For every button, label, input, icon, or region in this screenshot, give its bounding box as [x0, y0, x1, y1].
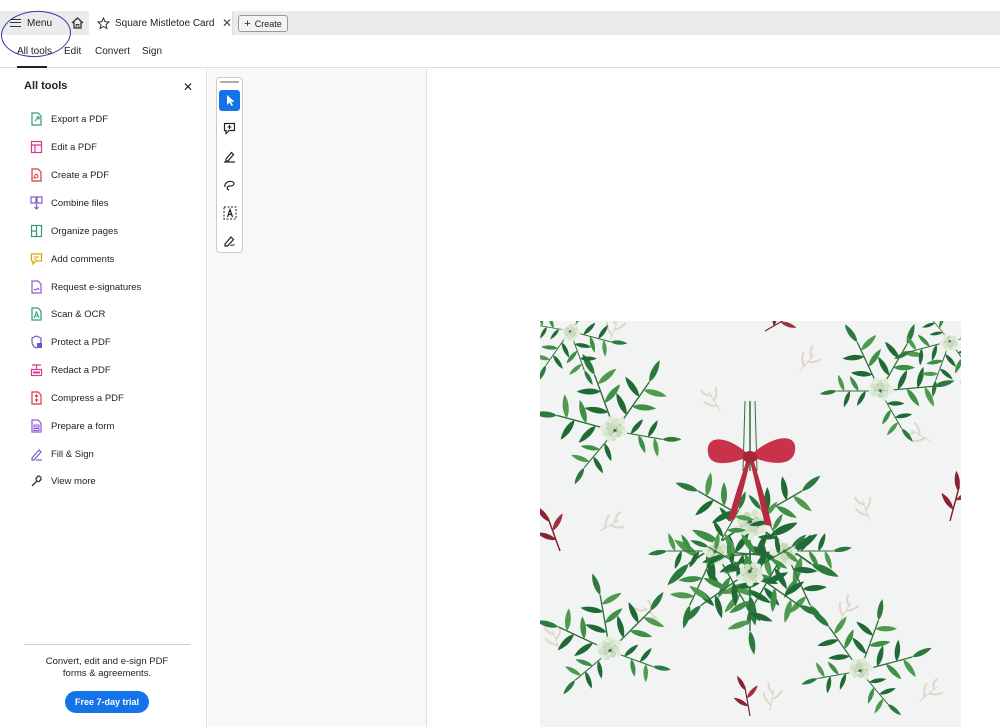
redact-pdf-icon: [30, 364, 43, 377]
tool-create-pdf[interactable]: Create a PDF: [30, 166, 109, 184]
tool-prepare-form[interactable]: Prepare a form: [30, 417, 114, 435]
select-cursor-icon: [226, 95, 234, 106]
tab-bar: Menu Square Mistletoe Cards ... ✕ + Crea…: [0, 8, 1000, 60]
tool-scan-ocr[interactable]: Scan & OCR: [30, 305, 105, 323]
active-tab-indicator: [17, 66, 47, 68]
tool-label: Compress a PDF: [51, 392, 124, 404]
combine-files-icon: [30, 196, 43, 210]
document-tab-title: Square Mistletoe Cards ...: [115, 17, 215, 29]
free-trial-button[interactable]: Free 7-day trial: [65, 691, 149, 713]
tool-organize-pages[interactable]: Organize pages: [30, 222, 118, 240]
text-select-tool-button[interactable]: [219, 202, 240, 223]
tool-label: Redact a PDF: [51, 364, 111, 376]
create-label: Create: [254, 18, 282, 29]
prepare-form-icon: [31, 419, 42, 433]
mistletoe-illustration: [540, 321, 961, 727]
tool-view-more[interactable]: View more: [30, 472, 96, 490]
tab-all-tools[interactable]: All tools: [17, 46, 52, 57]
document-viewport[interactable]: [428, 69, 1000, 727]
edit-pdf-icon: [30, 140, 43, 154]
create-pdf-icon: [31, 168, 42, 182]
fill-sign-tool-button[interactable]: [219, 230, 240, 251]
create-button[interactable]: + Create: [238, 15, 288, 32]
highlight-pen-icon: [224, 151, 235, 163]
tool-redact-pdf[interactable]: Redact a PDF: [30, 361, 111, 379]
tool-label: Organize pages: [51, 225, 119, 237]
draw-freehand-icon: [224, 180, 235, 191]
tab-edit[interactable]: Edit: [64, 46, 81, 57]
fill-sign-icon: [224, 236, 235, 247]
panel-title: All tools: [24, 80, 68, 92]
tool-label: Edit a PDF: [51, 141, 97, 153]
star-icon[interactable]: [97, 16, 110, 30]
main-toolbar: All tools Edit Convert Sign: [0, 38, 1000, 68]
tool-label: Protect a PDF: [51, 336, 111, 348]
tool-add-comments[interactable]: Add comments: [30, 250, 114, 268]
draw-tool-button[interactable]: [219, 174, 240, 195]
close-tab-icon[interactable]: ✕: [222, 16, 232, 30]
tool-label: Scan & OCR: [51, 308, 106, 320]
fill-sign-icon: [31, 449, 42, 461]
toolbar-grip-handle[interactable]: [220, 81, 239, 83]
close-panel-icon[interactable]: ✕: [183, 80, 193, 94]
tool-label: Add comments: [51, 253, 115, 265]
promo-line-2: forms & agreements.: [62, 668, 152, 679]
panel-divider: [24, 644, 190, 645]
tab-sign[interactable]: Sign: [142, 46, 162, 57]
tool-fill-sign[interactable]: Fill & Sign: [30, 445, 94, 463]
tool-export-pdf[interactable]: Export a PDF: [30, 110, 108, 128]
tool-label: Combine files: [51, 197, 109, 209]
tool-label: Create a PDF: [51, 169, 110, 181]
tool-combine-files[interactable]: Combine files: [30, 194, 109, 212]
home-button[interactable]: [68, 14, 86, 32]
tool-request-esignatures[interactable]: Request e-signatures: [30, 278, 141, 296]
hamburger-icon: [10, 19, 21, 27]
tool-label: Request e-signatures: [51, 281, 142, 293]
promo-line-1: Convert, edit and e-sign PDF: [45, 656, 169, 667]
tab-convert[interactable]: Convert: [95, 46, 130, 57]
scan-ocr-icon: [31, 307, 42, 321]
text-select-icon: [223, 206, 236, 219]
tool-label: Export a PDF: [51, 113, 109, 125]
add-comments-icon: [30, 253, 43, 266]
promo-text: Convert, edit and e-sign PDF forms & agr…: [24, 656, 190, 680]
tool-protect-pdf[interactable]: Protect a PDF: [30, 333, 111, 351]
menu-label: Menu: [27, 17, 53, 29]
organize-pages-icon: [30, 224, 43, 238]
protect-pdf-icon: [31, 335, 42, 349]
plus-icon: +: [244, 17, 251, 30]
quick-tools-toolbar: [216, 77, 243, 253]
tool-label: Prepare a form: [51, 420, 115, 432]
document-tab[interactable]: Square Mistletoe Cards ... ✕: [89, 11, 233, 35]
compress-pdf-icon: [31, 391, 42, 405]
menu-button[interactable]: Menu: [10, 13, 62, 33]
highlight-tool-button[interactable]: [219, 146, 240, 167]
request-esignatures-icon: [31, 280, 42, 294]
home-icon: [71, 17, 83, 29]
select-tool-button[interactable]: [219, 90, 240, 111]
canvas-gutter: [208, 69, 427, 727]
mistletoe-card-page: [540, 321, 961, 727]
view-more-icon: [31, 475, 42, 487]
tool-edit-pdf[interactable]: Edit a PDF: [30, 138, 97, 156]
all-tools-panel: All tools ✕ Export a PDF Edit a PDF Crea…: [0, 69, 207, 727]
tool-label: Fill & Sign: [51, 448, 94, 460]
tool-compress-pdf[interactable]: Compress a PDF: [30, 389, 124, 407]
export-pdf-icon: [31, 112, 42, 126]
add-comment-tool-button[interactable]: [219, 118, 240, 139]
tool-label: View more: [51, 475, 96, 487]
add-comment-icon: [223, 122, 236, 135]
